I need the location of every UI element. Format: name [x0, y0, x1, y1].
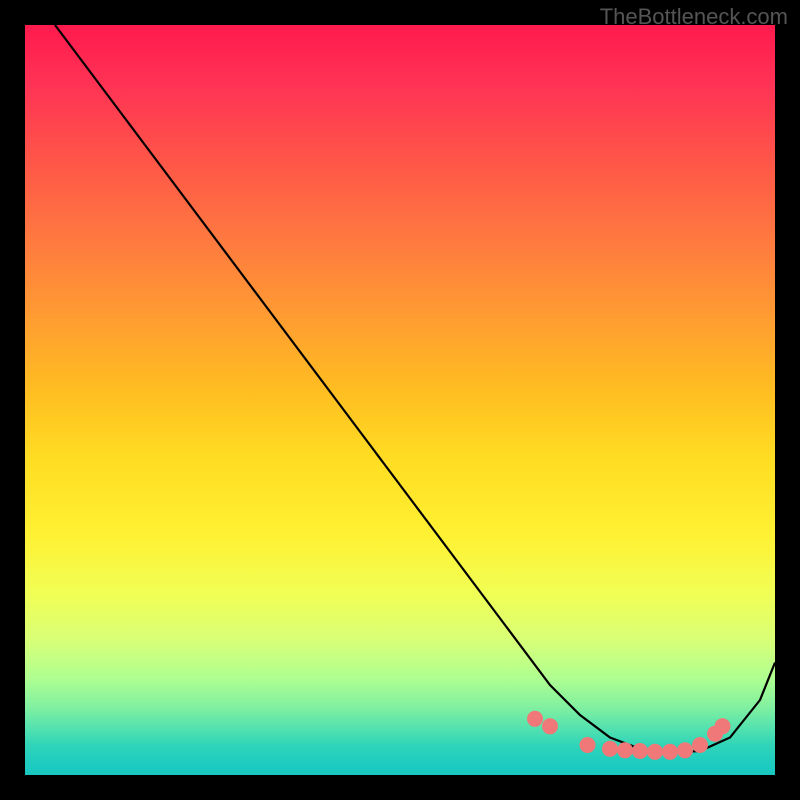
marker-dot — [632, 743, 648, 759]
optimal-range-markers — [527, 711, 731, 760]
bottleneck-curve — [55, 25, 775, 753]
watermark-text: TheBottleneck.com — [600, 4, 788, 30]
marker-dot — [580, 737, 596, 753]
marker-dot — [677, 742, 693, 758]
marker-dot — [617, 742, 633, 758]
marker-dot — [602, 741, 618, 757]
marker-dot — [542, 718, 558, 734]
chart-svg — [25, 25, 775, 775]
marker-dot — [715, 718, 731, 734]
marker-dot — [647, 744, 663, 760]
chart-plot-area — [25, 25, 775, 775]
marker-dot — [527, 711, 543, 727]
marker-dot — [692, 737, 708, 753]
marker-dot — [662, 744, 678, 760]
